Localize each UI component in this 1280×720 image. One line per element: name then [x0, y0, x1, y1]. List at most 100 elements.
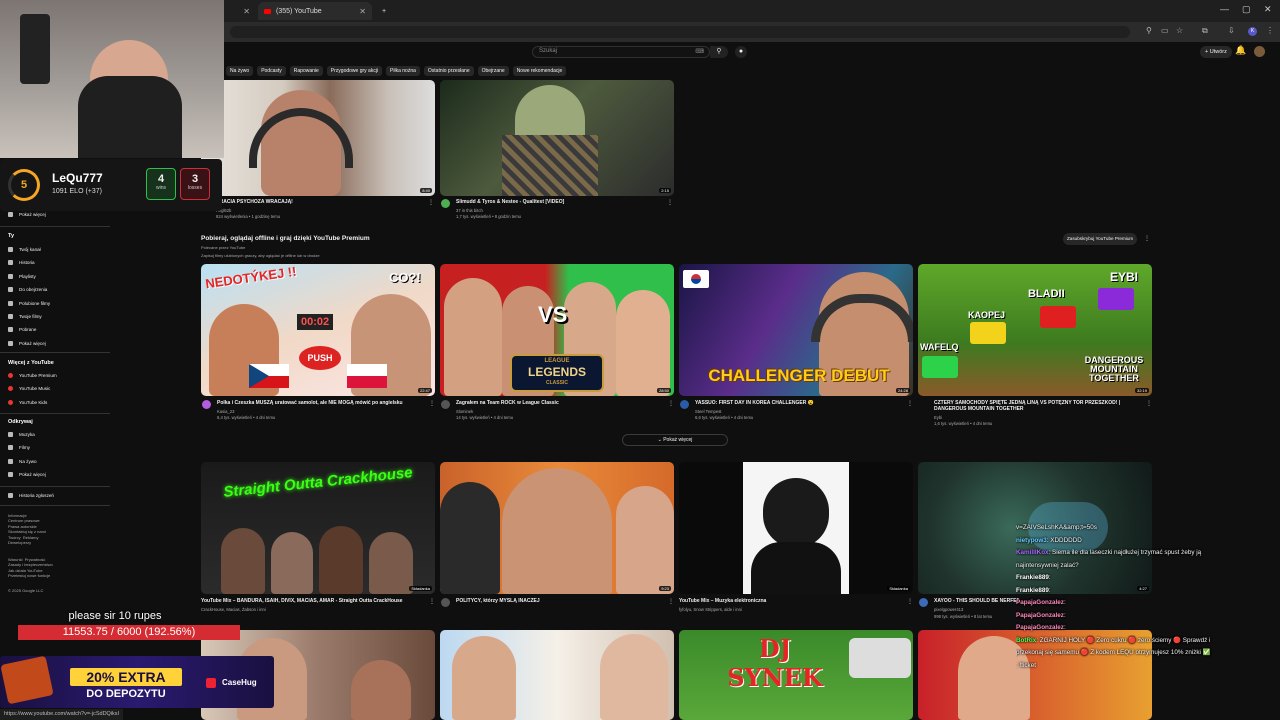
sidebar-item[interactable]: Twój kanał	[8, 247, 41, 252]
sidebar-item[interactable]: Playlisty	[8, 273, 36, 279]
downloads-icon[interactable]: ⇩	[1228, 26, 1235, 35]
chat-username[interactable]: PapajaGonzalez	[1016, 624, 1064, 631]
channel-avatar[interactable]	[202, 400, 211, 409]
chat-username[interactable]: nietypow3	[1016, 537, 1047, 544]
voice-search-button[interactable]: ●	[735, 46, 747, 58]
video-title[interactable]: YouTube Mix – BANDURA, ISAIH, DIVIX, MAC…	[201, 598, 426, 604]
close-window-icon[interactable]: ✕	[1264, 4, 1272, 15]
search-button[interactable]: ⚲	[710, 46, 728, 58]
notifications-bell-icon[interactable]: 🔔	[1235, 45, 1246, 56]
account-avatar[interactable]	[1254, 46, 1265, 57]
video-title[interactable]: POLITYCY, którzy MYŚLĄ INACZEJ	[456, 598, 666, 604]
more-options-icon[interactable]: ⋮	[668, 400, 674, 407]
channel-avatar[interactable]	[441, 400, 450, 409]
video-thumbnail[interactable]: VS LEAGUE LEGENDS CLASSIC 28:50	[440, 264, 674, 396]
profile-avatar-icon[interactable]: K	[1248, 27, 1257, 36]
sidebar-item[interactable]: Pokaż więcej	[8, 340, 46, 346]
video-title[interactable]: BRACIA PSYCHOZA WRACAJĄ!	[216, 199, 416, 205]
more-options-icon[interactable]: ⋮	[429, 400, 435, 407]
sidebar-item[interactable]: Pokaż więcej	[8, 212, 46, 217]
video-thumbnail[interactable]: Straight Outta Crackhouse Składanka	[201, 462, 435, 594]
zoom-icon[interactable]: ⚲	[1146, 26, 1152, 35]
chat-username[interactable]: KamilIIKox	[1016, 549, 1049, 556]
extensions-icon[interactable]: ⧉	[1202, 26, 1208, 36]
more-options-icon[interactable]: ⋮	[907, 400, 913, 407]
filter-chip[interactable]: Nowe rekomendacje	[512, 66, 567, 76]
video-title[interactable]: Polka i Czeszka MUSZĄ uratować samolot, …	[217, 400, 427, 406]
video-title[interactable]: Slimudd & Tyros & Nestee - Qualitest [VI…	[456, 199, 656, 205]
close-icon[interactable]: ✕	[243, 7, 250, 16]
video-thumbnail[interactable]: EYBI BLADII KAOPEJ WAFELQ DANGEROUS MOUN…	[918, 264, 1152, 396]
channel-name[interactable]: Eybi	[934, 415, 942, 420]
subscribe-premium-button[interactable]: Zasubskrybuj YouTube Premium	[1063, 233, 1138, 245]
show-more-button[interactable]: ⌄ Pokaż więcej	[622, 434, 728, 446]
search-input[interactable]: Szukaj ⌨	[532, 46, 710, 58]
video-title[interactable]: CZTERY SAMOCHODY SPIĘTE JEDNĄ LINĄ VS PO…	[934, 400, 1144, 412]
address-bar[interactable]	[230, 26, 1130, 38]
video-thumbnail[interactable]: NEDOTÝKEJ !! CO?! 00:02 PUSH 22:47	[201, 264, 435, 396]
filter-chip[interactable]: Podcasty	[257, 66, 286, 76]
more-options-icon[interactable]: ⋮	[429, 598, 435, 605]
chat-username[interactable]: Frankie889	[1016, 574, 1049, 581]
channel-name[interactable]: Steel Tempest	[695, 409, 721, 414]
sidebar-item[interactable]: Polubione filmy	[8, 300, 50, 306]
sidebar-item[interactable]: Na żywo	[8, 458, 37, 464]
video-thumbnail[interactable]: 8:40	[201, 80, 435, 196]
sidebar-item[interactable]: Pokaż więcej	[8, 472, 46, 478]
more-options-icon[interactable]: ⋮	[907, 598, 913, 605]
video-thumbnail[interactable]: Składanka	[679, 462, 913, 594]
sidebar-item[interactable]: Historia zgłoszeń	[8, 493, 54, 498]
filter-chip[interactable]: Piłka nożna	[386, 66, 420, 76]
video-title[interactable]: YouTube Mix – Muzyka elektroniczna	[679, 598, 904, 604]
create-button[interactable]: + Utwórz	[1200, 46, 1232, 58]
chat-username[interactable]: PapajaGonzalez	[1016, 599, 1064, 606]
video-thumbnail[interactable]	[440, 630, 674, 720]
more-options-icon[interactable]: ⋮	[1144, 235, 1150, 242]
new-tab-button[interactable]: +	[376, 2, 390, 20]
filter-chip[interactable]: Rapowanie	[289, 66, 323, 76]
channel-avatar[interactable]	[919, 598, 928, 607]
keyboard-icon[interactable]: ⌨	[695, 48, 704, 55]
maximize-icon[interactable]: ▢	[1242, 4, 1251, 15]
channel-name[interactable]: Kasia_23	[217, 409, 234, 414]
sidebar-item[interactable]: Muzyka	[8, 432, 35, 437]
sidebar-item[interactable]: YouTube Kids	[8, 399, 47, 405]
cast-icon[interactable]: ▭	[1161, 26, 1169, 35]
chat-username[interactable]: BotRix	[1016, 637, 1036, 644]
more-options-icon[interactable]: ⋮	[668, 598, 674, 605]
video-thumbnail[interactable]: CHALLENGER DEBUT 24:28	[679, 264, 913, 396]
video-title[interactable]: XAYOO - THIS SHOULD BE NERFED	[934, 598, 1019, 604]
sidebar-item[interactable]: Filmy	[8, 445, 30, 451]
channel-avatar[interactable]	[441, 598, 450, 607]
video-thumbnail[interactable]: 2:15	[440, 80, 674, 196]
minimize-icon[interactable]: —	[1220, 4, 1229, 14]
more-options-icon[interactable]: ⋮	[428, 199, 434, 206]
sidebar-item[interactable]: YouTube Music	[8, 386, 50, 392]
sidebar-item[interactable]: Pobrane	[8, 327, 36, 333]
browser-menu-icon[interactable]: ⋮	[1266, 26, 1274, 35]
video-title[interactable]: Zagrałem na Team ROCK w League Classic	[456, 400, 666, 406]
filter-chip[interactable]: Na żywo	[226, 66, 254, 76]
close-icon[interactable]: ✕	[359, 7, 366, 16]
filter-chip[interactable]: Obejrzane	[477, 66, 509, 76]
video-title[interactable]: YASSUO: FIRST DAY IN KOREA CHALLENGER 😮	[695, 400, 905, 406]
chat-username[interactable]: Frankie889	[1016, 587, 1049, 594]
sidebar-item[interactable]: Do obejrzenia	[8, 287, 47, 293]
video-thumbnail[interactable]: DJ SYNEK	[679, 630, 913, 720]
channel-avatar[interactable]	[680, 400, 689, 409]
browser-tab-1[interactable]: ✕	[224, 2, 256, 20]
channel-name[interactable]: Slominek	[456, 409, 473, 414]
channel-avatar[interactable]	[441, 199, 450, 208]
more-options-icon[interactable]: ⋮	[1146, 400, 1152, 407]
more-options-icon[interactable]: ⋮	[667, 199, 673, 206]
sidebar-item[interactable]: Historia	[8, 260, 35, 266]
filter-chip[interactable]: Przygodowe gry akcji	[326, 66, 383, 76]
bookmark-star-icon[interactable]: ☆	[1176, 26, 1183, 35]
video-thumbnail[interactable]: 9:23	[440, 462, 674, 594]
filter-chip[interactable]: Ostatnio przesłane	[423, 66, 474, 76]
sidebar-item[interactable]: Twoje filmy	[8, 314, 42, 319]
sidebar-item[interactable]: YouTube Premium	[8, 373, 57, 378]
channel-name[interactable]: pixelgpower413	[934, 607, 963, 612]
chat-username[interactable]: PapajaGonzalez	[1016, 612, 1064, 619]
channel-name[interactable]: 37 in this bitch	[456, 208, 483, 213]
